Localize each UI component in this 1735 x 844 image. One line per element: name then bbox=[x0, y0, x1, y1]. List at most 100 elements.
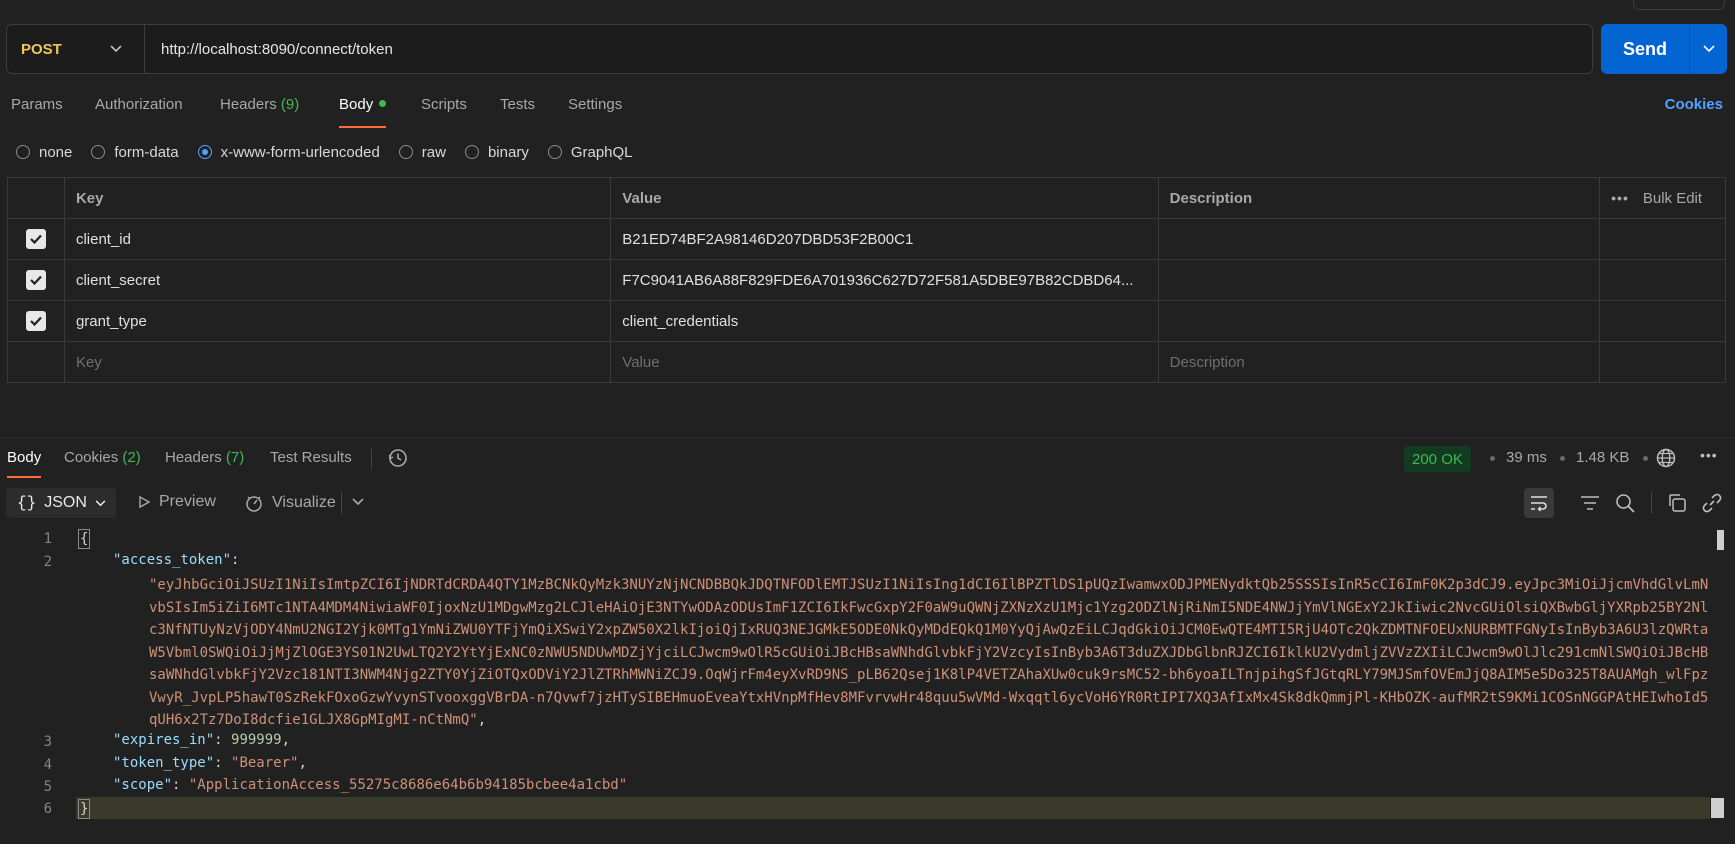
key-cell[interactable]: client_secret bbox=[65, 260, 612, 300]
top-right-button[interactable] bbox=[1633, 0, 1725, 10]
url-input[interactable] bbox=[145, 25, 1592, 73]
json-number: 999999 bbox=[231, 732, 282, 748]
line-number: 1 bbox=[43, 531, 52, 547]
code-line: } bbox=[78, 799, 91, 819]
colon: : bbox=[214, 732, 232, 748]
more-options-icon[interactable]: ••• bbox=[1700, 447, 1724, 469]
row-check-cell bbox=[8, 301, 65, 341]
description-cell[interactable] bbox=[1159, 260, 1601, 300]
comma: , bbox=[477, 712, 487, 728]
wrap-lines-button[interactable] bbox=[1524, 488, 1554, 518]
chevron-down-icon[interactable] bbox=[352, 495, 364, 509]
radio-graphql[interactable]: GraphQL bbox=[547, 142, 633, 162]
scrollbar-thumb[interactable] bbox=[1717, 530, 1724, 550]
table-row: client_secret F7C9041AB6A88F829FDE6A7019… bbox=[8, 260, 1725, 301]
value-cell[interactable]: client_credentials bbox=[611, 301, 1159, 341]
tab-label: Headers bbox=[165, 449, 222, 466]
json-key: "access_token" bbox=[113, 552, 232, 568]
search-icon[interactable] bbox=[1614, 492, 1636, 514]
key-cell[interactable]: grant_type bbox=[65, 301, 612, 341]
row-extra-cell bbox=[1600, 342, 1725, 382]
chevron-down-icon bbox=[95, 496, 106, 510]
row-checkbox[interactable] bbox=[25, 229, 46, 249]
top-strip bbox=[0, 0, 1735, 14]
key-placeholder[interactable]: Key bbox=[65, 342, 612, 382]
header-key: Key bbox=[65, 178, 612, 218]
radio-circle bbox=[464, 145, 479, 159]
json-key: "scope" bbox=[113, 777, 173, 793]
comma: , bbox=[281, 732, 291, 748]
value-placeholder[interactable]: Value bbox=[611, 342, 1159, 382]
response-body-editor[interactable]: 1 2 3 4 5 6 { "access_token": "eyJhbGciO… bbox=[0, 528, 1735, 844]
params-table: Key Value Description ••• Bulk Edit clien… bbox=[7, 177, 1726, 383]
row-checkbox[interactable] bbox=[25, 311, 46, 331]
tab-label: Test Results bbox=[270, 449, 352, 466]
radio-x-www-form-urlencoded[interactable]: x-www-form-urlencoded bbox=[197, 142, 380, 162]
radio-binary[interactable]: binary bbox=[464, 142, 529, 162]
radio-label: none bbox=[39, 143, 73, 161]
bulk-edit-button[interactable]: Bulk Edit bbox=[1643, 190, 1702, 207]
access-token-value: "eyJhbGciOiJSUzI1NiIsImtpZCI6IjNDRTdCRDA… bbox=[149, 577, 1709, 728]
tab-settings[interactable]: Settings bbox=[568, 96, 622, 113]
tab-params[interactable]: Params bbox=[11, 96, 63, 113]
response-tab-test-results[interactable]: Test Results bbox=[270, 449, 352, 466]
radio-circle bbox=[547, 145, 562, 159]
visualize-icon bbox=[246, 496, 262, 512]
send-options-button[interactable] bbox=[1689, 24, 1727, 74]
tab-body[interactable]: Body bbox=[339, 96, 387, 128]
wrap-icon bbox=[1531, 496, 1547, 512]
more-icon[interactable]: ••• bbox=[1611, 190, 1629, 206]
method-label: POST bbox=[21, 40, 62, 58]
format-select[interactable]: {} JSON bbox=[6, 488, 116, 518]
tab-tests[interactable]: Tests bbox=[500, 96, 535, 113]
radio-raw[interactable]: raw bbox=[398, 142, 446, 162]
tab-authorization[interactable]: Authorization bbox=[95, 96, 183, 113]
preview-button[interactable]: Preview bbox=[137, 493, 216, 511]
radio-label: form-data bbox=[114, 143, 179, 161]
cookies-link[interactable]: Cookies bbox=[1665, 96, 1723, 113]
cookies-count: (2) bbox=[122, 449, 141, 466]
value-cell[interactable]: F7C9041AB6A88F829FDE6A701936C627D72F581A… bbox=[611, 260, 1159, 300]
description-cell[interactable] bbox=[1159, 301, 1601, 341]
globe-icon[interactable] bbox=[1655, 447, 1677, 469]
send-group: Send bbox=[1601, 24, 1727, 74]
tab-headers[interactable]: Headers (9) bbox=[220, 96, 299, 113]
status-badge[interactable]: 200 OK bbox=[1404, 446, 1471, 472]
tab-scripts[interactable]: Scripts bbox=[421, 96, 467, 113]
description-cell[interactable] bbox=[1159, 219, 1601, 259]
tab-label: Body bbox=[339, 96, 374, 113]
key-cell[interactable]: client_id bbox=[65, 219, 612, 259]
radio-circle bbox=[91, 145, 106, 159]
value-cell[interactable]: B21ED74BF2A98146D207DBD53F2B00C1 bbox=[611, 219, 1159, 259]
response-tab-body[interactable]: Body bbox=[7, 449, 42, 478]
method-select[interactable]: POST bbox=[7, 25, 145, 73]
divider bbox=[371, 449, 372, 469]
request-tabs: Params Authorization Headers (9) Body Sc… bbox=[0, 96, 1735, 128]
description-placeholder[interactable]: Description bbox=[1159, 342, 1601, 382]
response-tab-headers[interactable]: Headers (7) bbox=[165, 449, 244, 466]
response-time[interactable]: 39 ms bbox=[1506, 449, 1547, 466]
radio-none[interactable]: none bbox=[16, 142, 72, 162]
row-checkbox[interactable] bbox=[25, 270, 46, 290]
tab-label: Tests bbox=[500, 96, 536, 113]
radio-circle bbox=[398, 145, 413, 159]
filter-icon[interactable] bbox=[1579, 492, 1601, 514]
send-button[interactable]: Send bbox=[1601, 24, 1689, 74]
copy-icon[interactable] bbox=[1666, 492, 1688, 514]
chevron-down-icon bbox=[1702, 45, 1715, 53]
response-tab-cookies[interactable]: Cookies (2) bbox=[64, 449, 141, 466]
check-icon bbox=[30, 234, 42, 245]
bulk-edit-cell[interactable]: ••• Bulk Edit bbox=[1600, 178, 1725, 218]
response-size[interactable]: 1.48 KB bbox=[1576, 449, 1629, 466]
response-tabs: Body Cookies (2) Headers (7) Test Result… bbox=[0, 449, 1735, 479]
line-number: 3 bbox=[43, 734, 52, 750]
open-brace: { bbox=[78, 529, 91, 549]
link-icon[interactable] bbox=[1701, 492, 1723, 514]
row-check-cell bbox=[8, 219, 65, 259]
history-icon[interactable] bbox=[387, 447, 409, 469]
table-row: client_id B21ED74BF2A98146D207DBD53F2B00… bbox=[8, 219, 1725, 260]
radio-form-data[interactable]: form-data bbox=[91, 142, 179, 162]
separator-dot bbox=[1643, 456, 1648, 461]
visualize-button[interactable]: Visualize bbox=[244, 493, 336, 513]
row-extra-cell bbox=[1600, 260, 1725, 300]
